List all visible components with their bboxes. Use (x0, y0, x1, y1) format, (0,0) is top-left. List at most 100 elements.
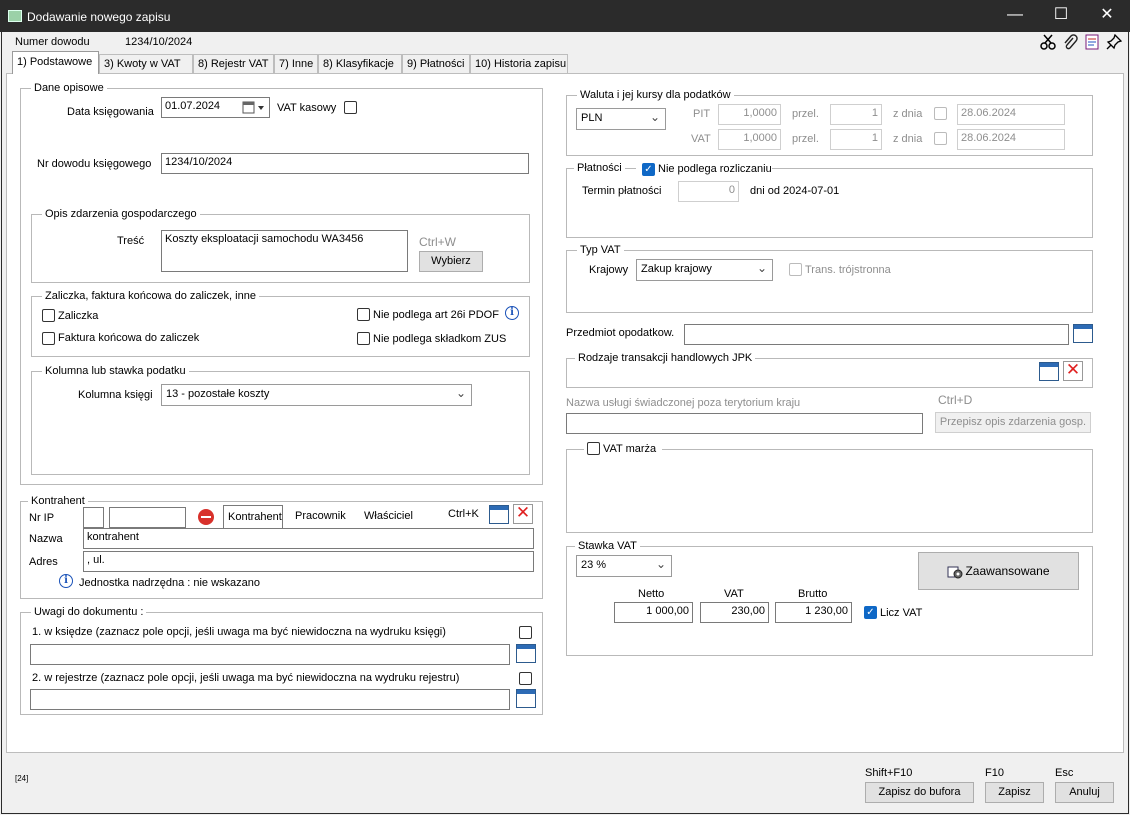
vat-rate-input[interactable]: 1,0000 (718, 129, 781, 150)
vat-date-checkbox[interactable] (934, 132, 947, 145)
kolumna-select[interactable]: 13 - pozostałe koszty ⌄ (161, 384, 472, 406)
vat-count-input[interactable]: 1 (830, 129, 882, 150)
remove-icon[interactable] (198, 509, 214, 525)
tab-inne[interactable]: 7) Inne (274, 54, 318, 73)
faktura-koncowa-checkbox[interactable] (42, 332, 55, 345)
stawka-select[interactable]: 23 % ⌄ (576, 555, 672, 577)
jpk-title: Rodzaje transakcji handlowych JPK (575, 352, 756, 364)
przedmiot-lookup-icon[interactable] (1073, 324, 1093, 343)
uwagi-rejestrze-checkbox[interactable] (519, 672, 532, 685)
vat-marza-group (566, 449, 1093, 533)
anuluj-button[interactable]: Anuluj (1055, 782, 1114, 803)
trans-checkbox[interactable] (789, 263, 802, 276)
vat-marza-checkbox[interactable] (587, 442, 600, 455)
window-title: Dodawanie nowego zapisu (27, 10, 171, 24)
clear-kontrahent-icon[interactable]: ✕ (513, 504, 533, 524)
brutto-input[interactable]: 1 230,00 (775, 602, 852, 623)
tab-kwoty-vat[interactable]: 3) Kwoty w VAT (99, 54, 193, 73)
uwagi-ksiedze-input[interactable] (30, 644, 510, 665)
stawka-title: Stawka VAT (575, 540, 640, 552)
pit-date-input[interactable]: 28.06.2024 (957, 104, 1065, 125)
uwagi-ksiedze-checkbox[interactable] (519, 626, 532, 639)
select-kontrahent-icon[interactable] (489, 505, 509, 524)
minimize-button[interactable]: — (992, 0, 1038, 32)
doc-number-value: 1234/10/2024 (125, 36, 193, 48)
vat-date-input[interactable]: 28.06.2024 (957, 129, 1065, 150)
scissors-icon[interactable] (1040, 34, 1056, 50)
shift-f10-shortcut: Shift+F10 (865, 767, 913, 779)
tab-klasyfikacje[interactable]: 8) Klasyfikacje (318, 54, 402, 73)
tab-platnosci[interactable]: 9) Płatności (402, 54, 470, 73)
vat-kasowy-checkbox[interactable] (344, 101, 357, 114)
maximize-button[interactable]: ☐ (1038, 0, 1084, 32)
tresc-label: Treść (117, 235, 145, 247)
report-icon[interactable] (1084, 34, 1100, 50)
przedmiot-label: Przedmiot opodatkow. (566, 327, 675, 339)
brutto-label: Brutto (798, 588, 828, 600)
zaawansowane-button[interactable]: Zaawansowane (918, 552, 1079, 590)
currency-select[interactable]: PLN ⌄ (576, 108, 666, 130)
f10-shortcut: F10 (985, 767, 1004, 779)
app-icon (8, 10, 22, 22)
pracownik-tab[interactable]: Pracownik (295, 510, 346, 522)
nrip-label: Nr IP (29, 512, 55, 524)
jednostka-label: Jednostka nadrzędna : nie wskazano (79, 577, 261, 589)
krajowy-select[interactable]: Zakup krajowy ⌄ (636, 259, 773, 281)
zapisz-do-bufora-button[interactable]: Zapisz do bufora (865, 782, 974, 803)
paperclip-icon[interactable] (1062, 34, 1078, 50)
zaliczka-label: Zaliczka (58, 310, 99, 322)
kolumna-title: Kolumna lub stawka podatku (42, 365, 189, 377)
close-button[interactable]: ✕ (1084, 0, 1130, 32)
jpk-clear-icon[interactable]: ✕ (1063, 361, 1083, 381)
nie-zus-label: Nie podlega składkom ZUS (373, 333, 507, 345)
tab-podstawowe[interactable]: 1) Podstawowe (12, 51, 99, 74)
nie-pdof-label: Nie podlega art 26i PDOF (373, 309, 499, 321)
tab-rejestr-vat[interactable]: 8) Rejestr VAT (193, 54, 274, 73)
faktura-koncowa-label: Faktura końcowa do zaliczek (58, 332, 200, 344)
nie-zus-checkbox[interactable] (357, 332, 370, 345)
info-icon[interactable]: i (505, 306, 519, 320)
uwagi-rejestrze-lookup-icon[interactable] (516, 689, 536, 708)
esc-shortcut: Esc (1055, 767, 1074, 779)
przedmiot-input[interactable] (684, 324, 1069, 345)
zapisz-button[interactable]: Zapisz (985, 782, 1044, 803)
netto-input[interactable]: 1 000,00 (614, 602, 693, 623)
nrip-input[interactable] (109, 507, 186, 528)
pit-count-input[interactable]: 1 (830, 104, 882, 125)
nr-dowodu-input[interactable]: 1234/10/2024 (161, 153, 529, 174)
settings-icon (947, 566, 963, 579)
zaliczka-checkbox[interactable] (42, 309, 55, 322)
pin-icon[interactable] (1106, 34, 1122, 50)
wlasciciel-tab[interactable]: Właściciel (364, 510, 413, 522)
wybierz-button[interactable]: Wybierz (419, 251, 483, 272)
usluga-input[interactable] (566, 413, 923, 434)
title-bar: Dodawanie nowego zapisu — ☐ ✕ (0, 0, 1130, 32)
nie-podlega-checkbox[interactable]: ✓ (642, 163, 655, 176)
calendar-dropdown-icon[interactable] (242, 101, 266, 114)
adres-input[interactable]: , ul. (83, 551, 534, 572)
typ-vat-title: Typ VAT (577, 244, 624, 256)
tresc-textarea[interactable]: Koszty eksploatacji samochodu WA3456 (161, 230, 408, 272)
licz-vat-checkbox[interactable]: ✓ (864, 606, 877, 619)
nrip-prefix-input[interactable] (83, 507, 104, 528)
uwagi-ksiedze-lookup-icon[interactable] (516, 644, 536, 663)
platnosci-group (566, 168, 1093, 238)
jpk-lookup-icon[interactable] (1039, 362, 1059, 381)
uwagi-rejestrze-input[interactable] (30, 689, 510, 710)
nie-pdof-checkbox[interactable] (357, 308, 370, 321)
kontrahent-tab[interactable]: Kontrahent (223, 505, 283, 528)
platnosci-title: Płatności (574, 162, 625, 174)
vat-amount-input[interactable]: 230,00 (700, 602, 769, 623)
tab-historia[interactable]: 10) Historia zapisu (470, 54, 568, 73)
kolumna-label: Kolumna księgi (78, 389, 153, 401)
pit-date-checkbox[interactable] (934, 107, 947, 120)
usluga-label: Nazwa usługi świadczonej poza terytorium… (566, 397, 801, 409)
pit-rate-input[interactable]: 1,0000 (718, 104, 781, 125)
kontrahent-title: Kontrahent (28, 495, 88, 507)
date-label: Data księgowania (67, 106, 154, 118)
dane-opisowe-title: Dane opisowe (31, 82, 107, 94)
przepisz-button[interactable]: Przepisz opis zdarzenia gosp. (935, 412, 1091, 433)
nazwa-input[interactable]: kontrahent (83, 528, 534, 549)
termin-input[interactable]: 0 (678, 181, 739, 202)
ctrl-d-shortcut: Ctrl+D (938, 393, 973, 407)
